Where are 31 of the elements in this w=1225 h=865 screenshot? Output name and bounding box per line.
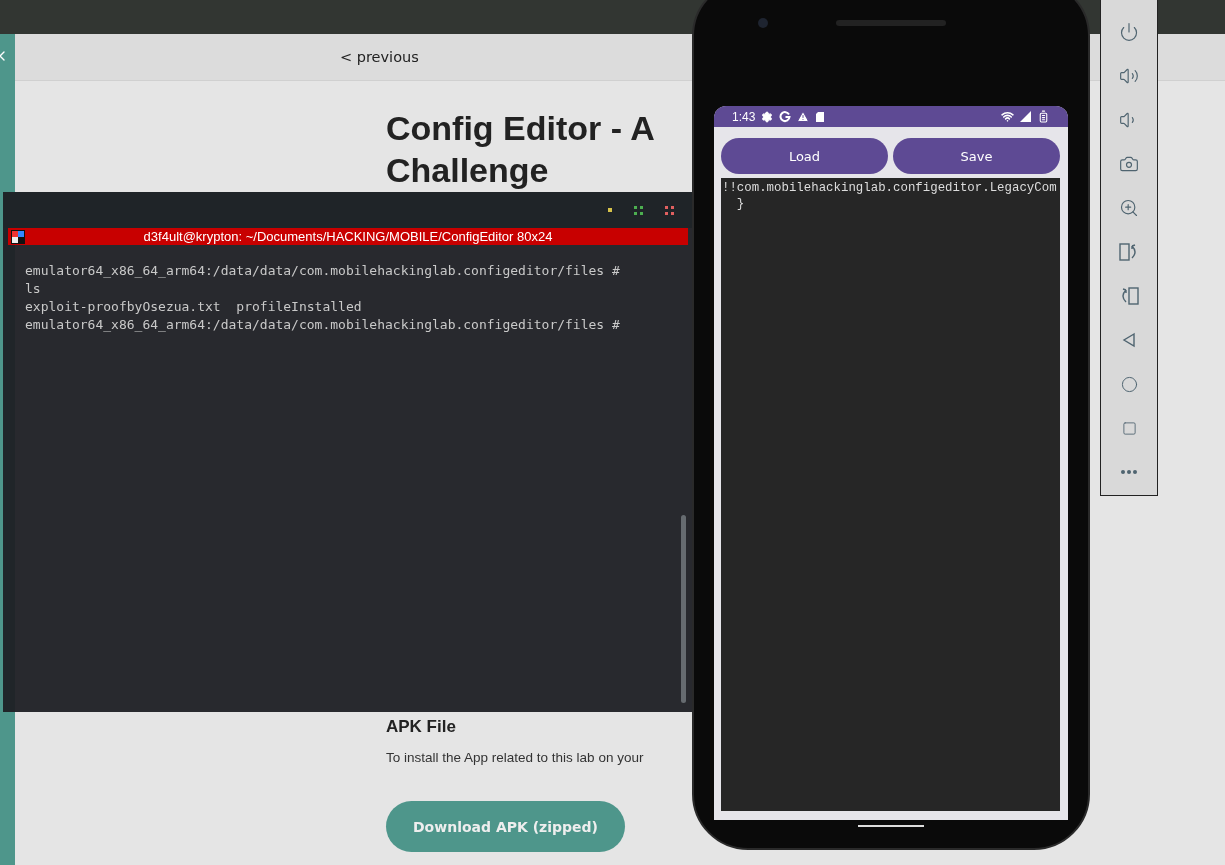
editor-line: !!com.mobilehackinglab.configeditor.LegacyCom — [722, 180, 1058, 196]
google-icon — [779, 110, 792, 123]
settings-icon — [761, 110, 774, 123]
close-icon[interactable] — [665, 205, 674, 215]
scrollbar[interactable] — [681, 515, 686, 703]
home-icon — [1120, 375, 1138, 393]
terminal-line: emulator64_x86_64_arm64:/data/data/com.mobilehackinglab.configeditor/files # — [25, 262, 621, 280]
editor-line: } — [735, 196, 746, 212]
overview-icon — [1121, 420, 1137, 436]
sd-card-icon — [815, 110, 826, 123]
window-menu-icon[interactable] — [11, 229, 25, 244]
warning-icon — [797, 110, 810, 123]
terminal-line: emulator64_x86_64_arm64:/data/data/com.mobilehackinglab.configeditor/files # — [25, 316, 621, 334]
maximize-icon[interactable] — [634, 205, 643, 215]
config-text-area[interactable]: !!com.mobilehackinglab.configeditor.LegacyCom } — [721, 178, 1060, 811]
page-title: Challenge — [386, 150, 549, 191]
signal-icon — [1020, 111, 1031, 122]
back-icon — [1122, 332, 1136, 348]
paragraph-line: To install the App related to this lab on your — [386, 749, 644, 767]
wifi-icon — [1001, 110, 1014, 123]
previous-link[interactable]: < previous — [340, 49, 419, 65]
section-heading: APK File — [386, 717, 456, 737]
terminal-line: ls — [25, 280, 42, 298]
more-icon — [1121, 470, 1137, 474]
app-button[interactable]: Load — [721, 138, 888, 174]
app-button[interactable]: Save — [893, 138, 1060, 174]
battery-icon — [1037, 110, 1050, 123]
page-title: Config Editor - A — [386, 108, 655, 149]
terminal-line: exploit-proofbyOsezua.txt profileInstalled — [25, 298, 363, 316]
terminal-title: d3f4ult@krypton: ~/Documents/HACKING/MOBILE/ConfigEditor 80x24 — [142, 229, 554, 244]
status-time: 1:43 — [732, 109, 756, 124]
